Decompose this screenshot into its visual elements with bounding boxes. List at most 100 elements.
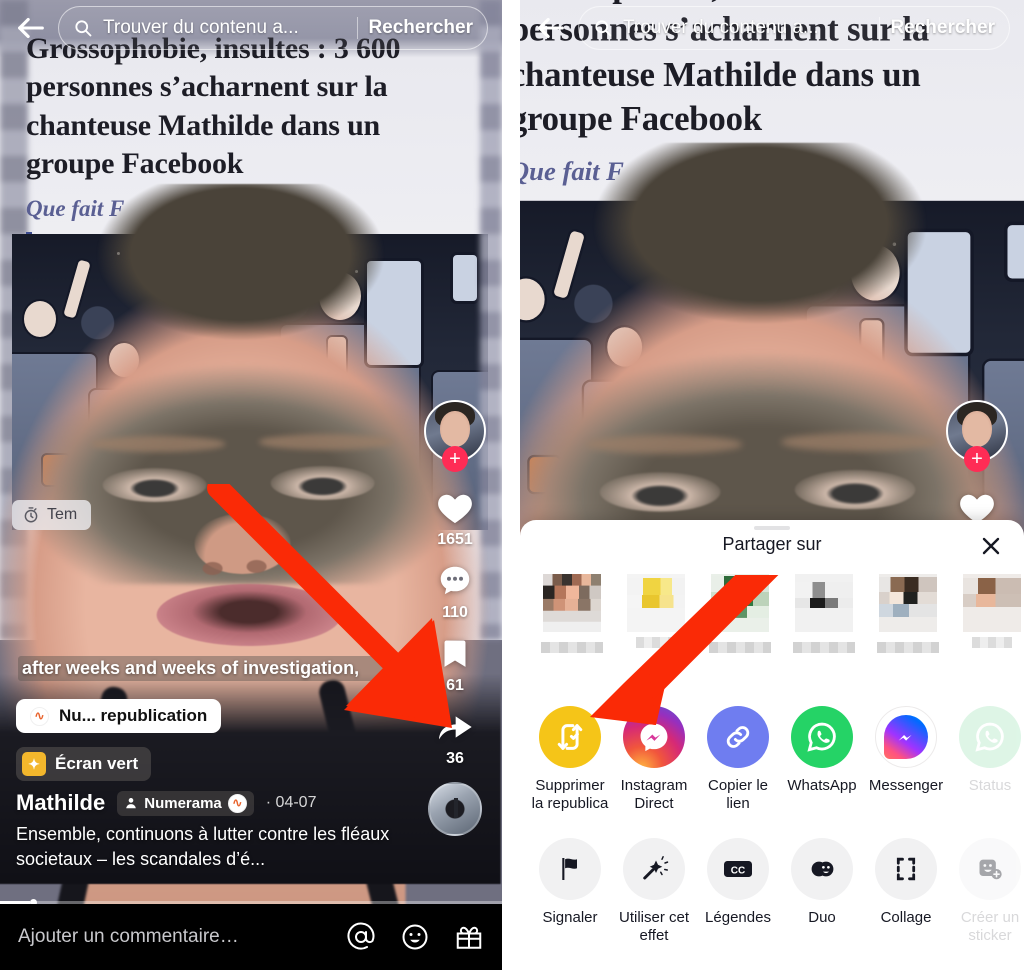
contact-3[interactable] (698, 566, 782, 706)
close-icon (982, 537, 1000, 555)
action-label: Collage (880, 909, 932, 926)
action-duet[interactable]: Duo (780, 838, 864, 945)
phone-screen-left: Grossophobie, insultes : 3 600 personnes… (0, 0, 502, 970)
video-caption: Ensemble, continuons à lutter contre les… (16, 824, 390, 869)
screenshot-root: Grossophobie, insultes : 3 600 personnes… (0, 0, 1024, 970)
author-row: Mathilde Numerama ∿ · 04-07 (16, 790, 410, 816)
author-avatar-with-follow[interactable]: + (424, 400, 486, 472)
share-app-label: Messenger (868, 777, 944, 794)
share-sheet-title: Partager sur (722, 534, 822, 554)
contact-name-blurred (636, 637, 676, 648)
search-input[interactable]: Trouver du contenu a... Rechercher (578, 6, 1010, 50)
author-avatar-with-follow[interactable]: + (946, 400, 1008, 472)
action-rail-left: + 1651 110 61 36 (420, 400, 490, 836)
whatsapp-icon (791, 706, 853, 768)
contact-name-blurred (793, 642, 855, 653)
comment-bar: Ajouter un commentaire… (0, 904, 502, 970)
video-subtitle: after weeks and weeks of investigation, (18, 656, 412, 681)
effect-chip-label: Écran vert (55, 754, 139, 773)
search-divider (879, 17, 881, 39)
action-captions[interactable]: CC Légendes (696, 838, 780, 945)
magic-wand-icon (623, 838, 685, 900)
follow-plus-icon[interactable]: + (964, 446, 990, 472)
republication-chip[interactable]: ∿ Nu... republication (16, 699, 222, 733)
person-icon (126, 798, 137, 809)
search-divider (357, 17, 359, 39)
bookmark-icon (433, 632, 477, 676)
share-app-repost[interactable]: Supprimer la republica (528, 706, 612, 813)
share-app-whatsapp[interactable]: WhatsApp (780, 706, 864, 813)
svg-text:CC: CC (731, 865, 745, 876)
author-name[interactable]: Mathilde (16, 790, 105, 816)
gift-icon[interactable] (454, 922, 484, 952)
music-disc-icon[interactable] (428, 782, 482, 836)
search-query-text: Trouver du contenu a... (103, 17, 299, 38)
comment-icon (433, 559, 477, 603)
search-icon (75, 20, 92, 37)
action-label: Signaler (542, 909, 598, 926)
whatsapp-status-icon (959, 706, 1021, 768)
share-app-label: Status (968, 777, 1012, 794)
create-sticker-icon (959, 838, 1021, 900)
follow-plus-icon[interactable]: + (442, 446, 468, 472)
action-label: Duo (808, 909, 836, 926)
heart-icon (433, 486, 477, 530)
comment-input[interactable]: Ajouter un commentaire… (18, 926, 346, 948)
save-button[interactable]: 61 (433, 632, 477, 695)
search-submit-button[interactable]: Rechercher (890, 17, 1005, 39)
contact-4[interactable] (782, 566, 866, 706)
share-app-instagram-direct[interactable]: Instagram Direct (612, 706, 696, 813)
comment-count: 110 (442, 604, 468, 621)
share-app-label: Supprimer la republica (531, 777, 609, 812)
messenger-icon (623, 706, 685, 768)
contact-name-blurred (709, 642, 771, 653)
back-arrow-icon[interactable] (14, 11, 48, 45)
contact-1[interactable] (530, 566, 614, 706)
close-button[interactable] (976, 531, 1006, 561)
timer-badge[interactable]: Tem (12, 500, 92, 530)
contact-name-blurred (877, 642, 939, 653)
phone-screen-right: Grossophobie, insultes : 3 600 personnes… (520, 0, 1024, 970)
numerama-logo-icon: ∿ (227, 793, 247, 813)
action-create-sticker[interactable]: Créer un sticker (948, 838, 1024, 945)
contact-6[interactable] (950, 566, 1024, 706)
repost-icon (539, 706, 601, 768)
timer-badge-label: Tem (47, 506, 78, 523)
mention-icon[interactable] (346, 922, 376, 952)
share-icon (433, 705, 477, 749)
back-arrow-icon[interactable] (534, 11, 568, 45)
share-button[interactable]: 36 (433, 705, 477, 768)
contact-avatar (795, 574, 853, 632)
top-search-bar: Trouver du contenu a... Rechercher (520, 0, 1024, 56)
share-app-label: Instagram Direct (620, 777, 688, 812)
share-apps-row: Supprimer la republica Instagram Direct (520, 706, 1024, 813)
comment-button[interactable]: 110 (433, 559, 477, 622)
share-contacts-row[interactable] (520, 566, 1024, 706)
contact-2[interactable] (614, 566, 698, 706)
action-stitch[interactable]: Collage (864, 838, 948, 945)
like-count: 1651 (437, 531, 473, 548)
contact-avatar (963, 574, 1021, 632)
search-submit-button[interactable]: Rechercher (368, 17, 483, 39)
stopwatch-icon (24, 507, 38, 523)
emoji-icon[interactable] (400, 922, 430, 952)
share-app-copy-link[interactable]: Copier le lien (696, 706, 780, 813)
action-use-effect[interactable]: Utiliser cet effet (612, 838, 696, 945)
share-app-status[interactable]: Status (948, 706, 1024, 813)
sheet-drag-handle[interactable] (754, 526, 790, 530)
republication-chip-label: Nu... republication (59, 706, 208, 725)
numerama-logo-icon: ∿ (30, 706, 49, 726)
link-icon (707, 706, 769, 768)
brand-chip[interactable]: Numerama ∿ (117, 790, 254, 816)
search-input[interactable]: Trouver du contenu a... Rechercher (58, 6, 488, 50)
save-count: 61 (446, 677, 464, 694)
contact-5[interactable] (866, 566, 950, 706)
search-query-text: Trouver du contenu a... (623, 17, 819, 38)
action-report[interactable]: Signaler (528, 838, 612, 945)
top-search-bar: Trouver du contenu a... Rechercher (0, 0, 502, 56)
magic-wand-icon: ✦ (22, 752, 46, 776)
like-button[interactable]: 1651 (433, 486, 477, 549)
effect-chip[interactable]: ✦ Écran vert (16, 747, 152, 781)
share-sheet: Partager sur Supprimer la republica Inst… (520, 520, 1024, 970)
share-app-messenger[interactable]: Messenger (864, 706, 948, 813)
